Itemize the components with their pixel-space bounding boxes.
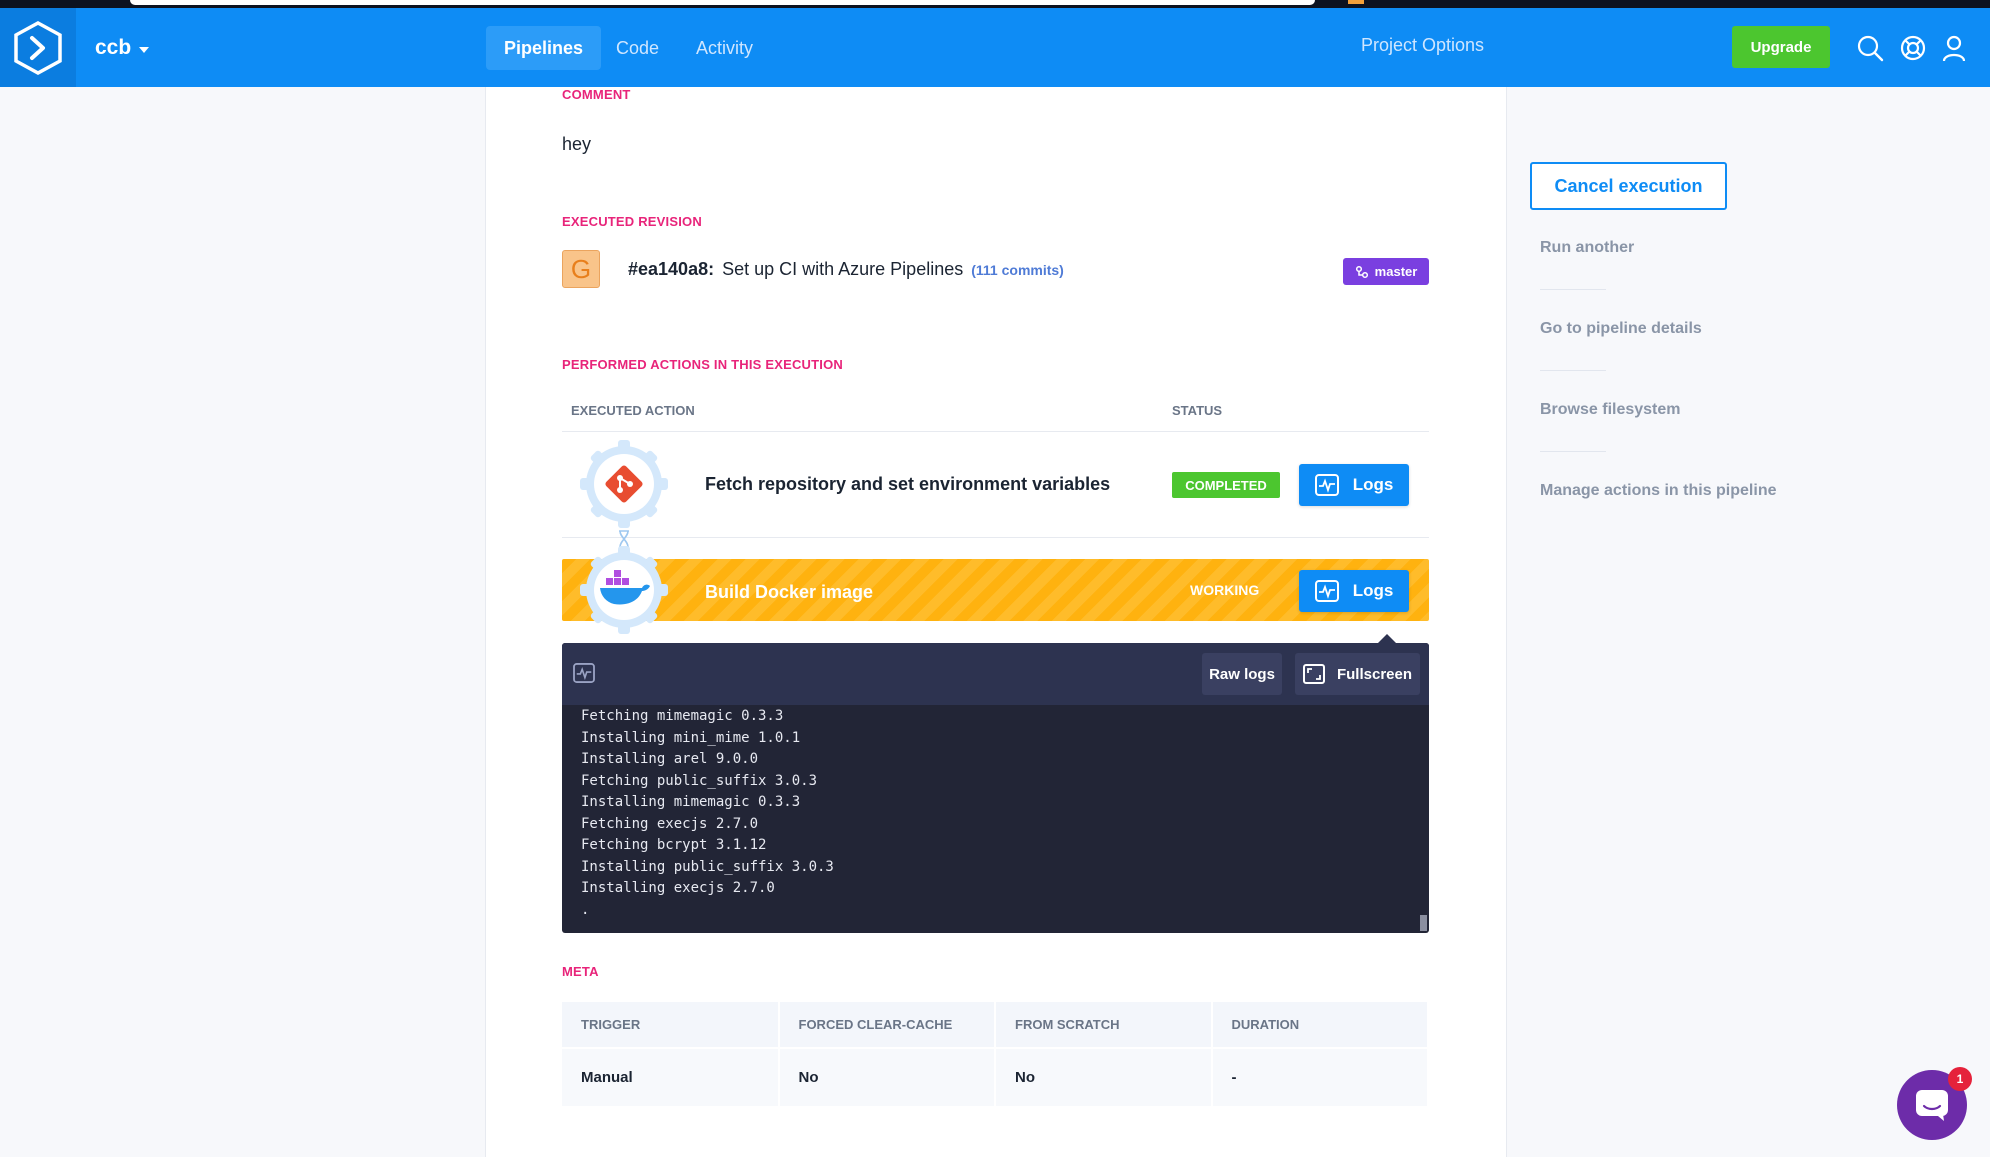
browser-tab[interactable] [130,0,1315,5]
log-line: Installing execjs 2.7.0 [581,880,775,896]
pulse-icon [1314,580,1339,602]
project-options-link[interactable]: Project Options [1361,35,1484,56]
git-action-icon [580,440,668,528]
meta-duration-value: - [1211,1047,1429,1106]
meta-trigger-value: Manual [562,1047,780,1106]
logs-button[interactable]: Logs [1299,464,1409,506]
fullscreen-button[interactable]: Fullscreen [1295,653,1420,695]
browse-filesystem-link[interactable]: Browse filesystem [1540,401,1681,419]
user-icon[interactable] [1940,34,1968,62]
search-icon[interactable] [1856,34,1884,62]
project-name: ccb [95,36,132,59]
status-badge: COMPLETED [1172,472,1280,498]
action-name[interactable]: Build Docker image [705,582,873,603]
raw-logs-button[interactable]: Raw logs [1202,653,1282,695]
tab-activity[interactable]: Activity [678,26,771,70]
notification-badge: 1 [1948,1067,1972,1091]
manage-actions-link[interactable]: Manage actions in this pipeline [1540,482,1776,500]
action-name[interactable]: Fetch repository and set environment var… [705,474,1110,495]
revision-hash[interactable]: #ea140a8: [628,259,714,280]
raw-logs-label: Raw logs [1209,665,1275,683]
tab-label: Code [616,37,660,58]
tab-code[interactable]: Code [598,26,677,70]
log-line: Fetching mimemagic 0.3.3 [581,708,784,724]
logs-button[interactable]: Logs [1299,570,1409,612]
comment-title: COMMENT [562,87,631,102]
browser-strip [0,0,1990,8]
upgrade-button[interactable]: Upgrade [1732,26,1830,68]
log-line: Installing arel 9.0.0 [581,751,759,767]
tab-label: Activity [696,37,754,58]
avatar: G [562,250,600,288]
page-edge [1990,0,2000,1157]
cancel-execution-button[interactable]: Cancel execution [1530,162,1727,210]
buddy-logo[interactable] [0,8,76,87]
meta-table: TRIGGER FORCED CLEAR-CACHE FROM SCRATCH … [562,1002,1429,1106]
meta-header-from-scratch: FROM SCRATCH [995,1002,1213,1048]
meta-title: META [562,964,599,979]
meta-forced-clear-cache-value: No [778,1047,996,1106]
fullscreen-icon [1302,664,1325,684]
pulse-icon [1314,474,1339,496]
pipeline-details-link[interactable]: Go to pipeline details [1540,320,1702,338]
branch-name: master [1374,264,1418,279]
logs-label: Logs [1352,581,1394,600]
branch-badge: master [1343,258,1429,285]
meta-header-forced-clear-cache: FORCED CLEAR-CACHE [778,1002,996,1048]
table-divider [562,537,1429,538]
log-line: Fetching bcrypt 3.1.12 [581,837,767,853]
browser-favicon [1348,0,1364,4]
revision-commits[interactable]: (111 commits) [971,262,1064,278]
revision-line: #ea140a8: Set up CI with Azure Pipelines… [628,259,1064,280]
table-divider [562,431,1429,432]
chat-icon [1916,1090,1948,1121]
status-badge: WORKING [1190,582,1260,598]
meta-from-scratch-value: No [995,1047,1213,1106]
docker-action-icon [580,546,668,634]
log-toolbar: Raw logs Fullscreen [562,643,1429,705]
table-row: Manual No No - [562,1047,1429,1106]
column-status: STATUS [1172,403,1223,418]
revision-title: EXECUTED REVISION [562,214,702,229]
log-line: . [581,901,590,918]
log-line: Fetching execjs 2.7.0 [581,815,759,832]
column-executed-action: EXECUTED ACTION [571,403,695,418]
buddy-logo-icon [14,20,62,75]
chevron-down-icon [139,46,150,53]
table-header-row: TRIGGER FORCED CLEAR-CACHE FROM SCRATCH … [562,1002,1429,1048]
log-line: Installing public_suffix 3.0.3 [581,858,834,875]
comment-text: hey [562,134,592,154]
top-nav: ccb Pipelines Code Activity Project Opti… [0,8,1990,87]
logs-label: Logs [1352,475,1394,494]
tab-label: Pipelines [504,37,584,58]
meta-header-duration: DURATION [1211,1002,1429,1048]
log-line: Installing mini_mime 1.0.1 [581,729,801,746]
run-another-link[interactable]: Run another [1540,239,1634,257]
log-line: Installing mimemagic 0.3.3 [581,794,801,810]
project-switcher[interactable]: ccb [95,35,150,61]
revision-message: Set up CI with Azure Pipelines [722,259,964,279]
tab-pipelines[interactable]: Pipelines [486,26,602,70]
help-icon[interactable] [1899,34,1927,62]
meta-header-trigger: TRIGGER [562,1002,780,1048]
log-line: Fetching public_suffix 3.0.3 [581,772,818,789]
sidebar-divider [1540,289,1606,290]
branch-icon [1355,265,1368,278]
fullscreen-label: Fullscreen [1336,665,1413,683]
log-scrollbar[interactable] [1420,915,1427,931]
actions-title: PERFORMED ACTIONS IN THIS EXECUTION [562,357,843,372]
sidebar-divider [1540,370,1606,371]
sidebar-divider [1540,451,1606,452]
log-panel: Raw logs Fullscreen Fetching mimemagic 0… [562,643,1429,933]
pulse-icon [573,663,595,683]
log-output: Fetching mimemagic 0.3.3 Installing mini… [581,706,834,921]
